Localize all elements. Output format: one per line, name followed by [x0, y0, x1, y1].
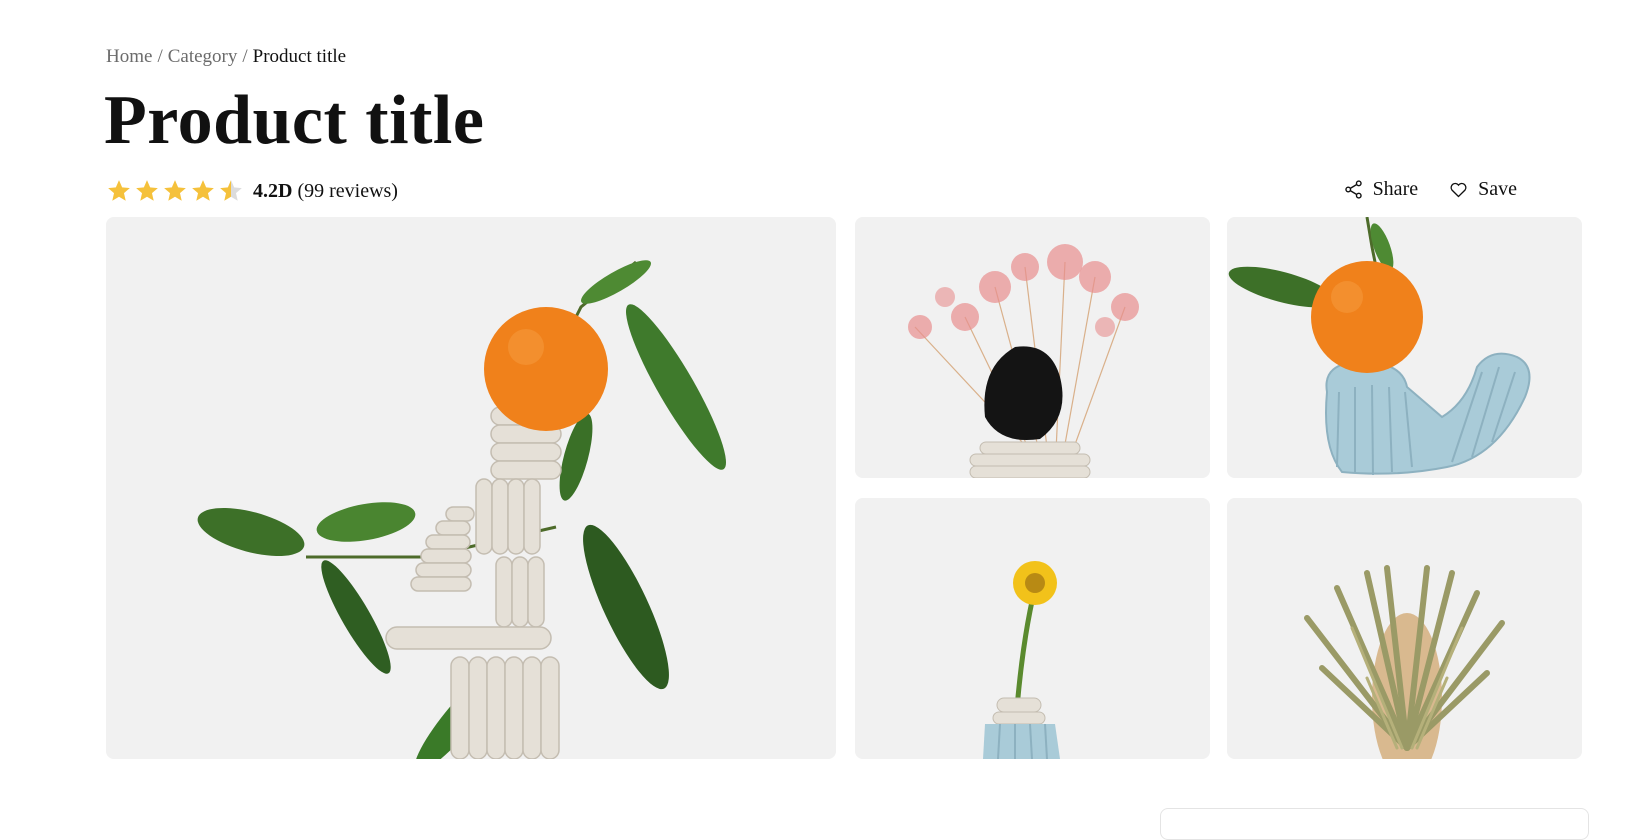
star-icon [108, 180, 130, 201]
share-icon [1343, 179, 1364, 200]
star-icon [136, 180, 158, 201]
breadcrumb-separator: / [242, 46, 248, 67]
gallery-thumbnail-1[interactable] [855, 217, 1210, 478]
orange-sculpture-image [106, 217, 836, 759]
star-icon [192, 180, 214, 201]
breadcrumb-current: Product title [252, 46, 347, 67]
star-icon [164, 180, 186, 201]
gallery-thumbnail-4[interactable] [1227, 498, 1582, 759]
orange-blue-clay-image [1227, 217, 1582, 478]
save-button[interactable]: Save [1448, 178, 1517, 201]
page-title: Product title [104, 82, 485, 159]
breadcrumb-category-link[interactable]: Category [168, 46, 238, 68]
save-label: Save [1478, 178, 1517, 200]
gallery-thumbnail-3[interactable] [855, 498, 1210, 759]
rating-summary: 4.2D (99 reviews) [106, 178, 398, 204]
breadcrumb-home-link[interactable]: Home [106, 46, 152, 68]
reviews-link[interactable]: (99 reviews) [297, 180, 398, 203]
share-label: Share [1372, 178, 1419, 200]
product-actions: Share Save [1343, 178, 1517, 201]
pink-flowers-image [855, 217, 1210, 478]
star-rating [106, 178, 244, 204]
gallery-thumbnail-2[interactable] [1227, 217, 1582, 478]
gallery-main-image[interactable] [106, 217, 836, 759]
heart-icon [1448, 179, 1469, 200]
breadcrumb-separator: / [157, 46, 163, 67]
yellow-flower-image [855, 498, 1210, 759]
share-button[interactable]: Share [1343, 178, 1419, 201]
rating-value: 4.2D [253, 179, 293, 202]
star-icon [220, 180, 242, 201]
banksia-image [1227, 498, 1582, 759]
breadcrumb: Home / Category / Product title [106, 46, 346, 68]
